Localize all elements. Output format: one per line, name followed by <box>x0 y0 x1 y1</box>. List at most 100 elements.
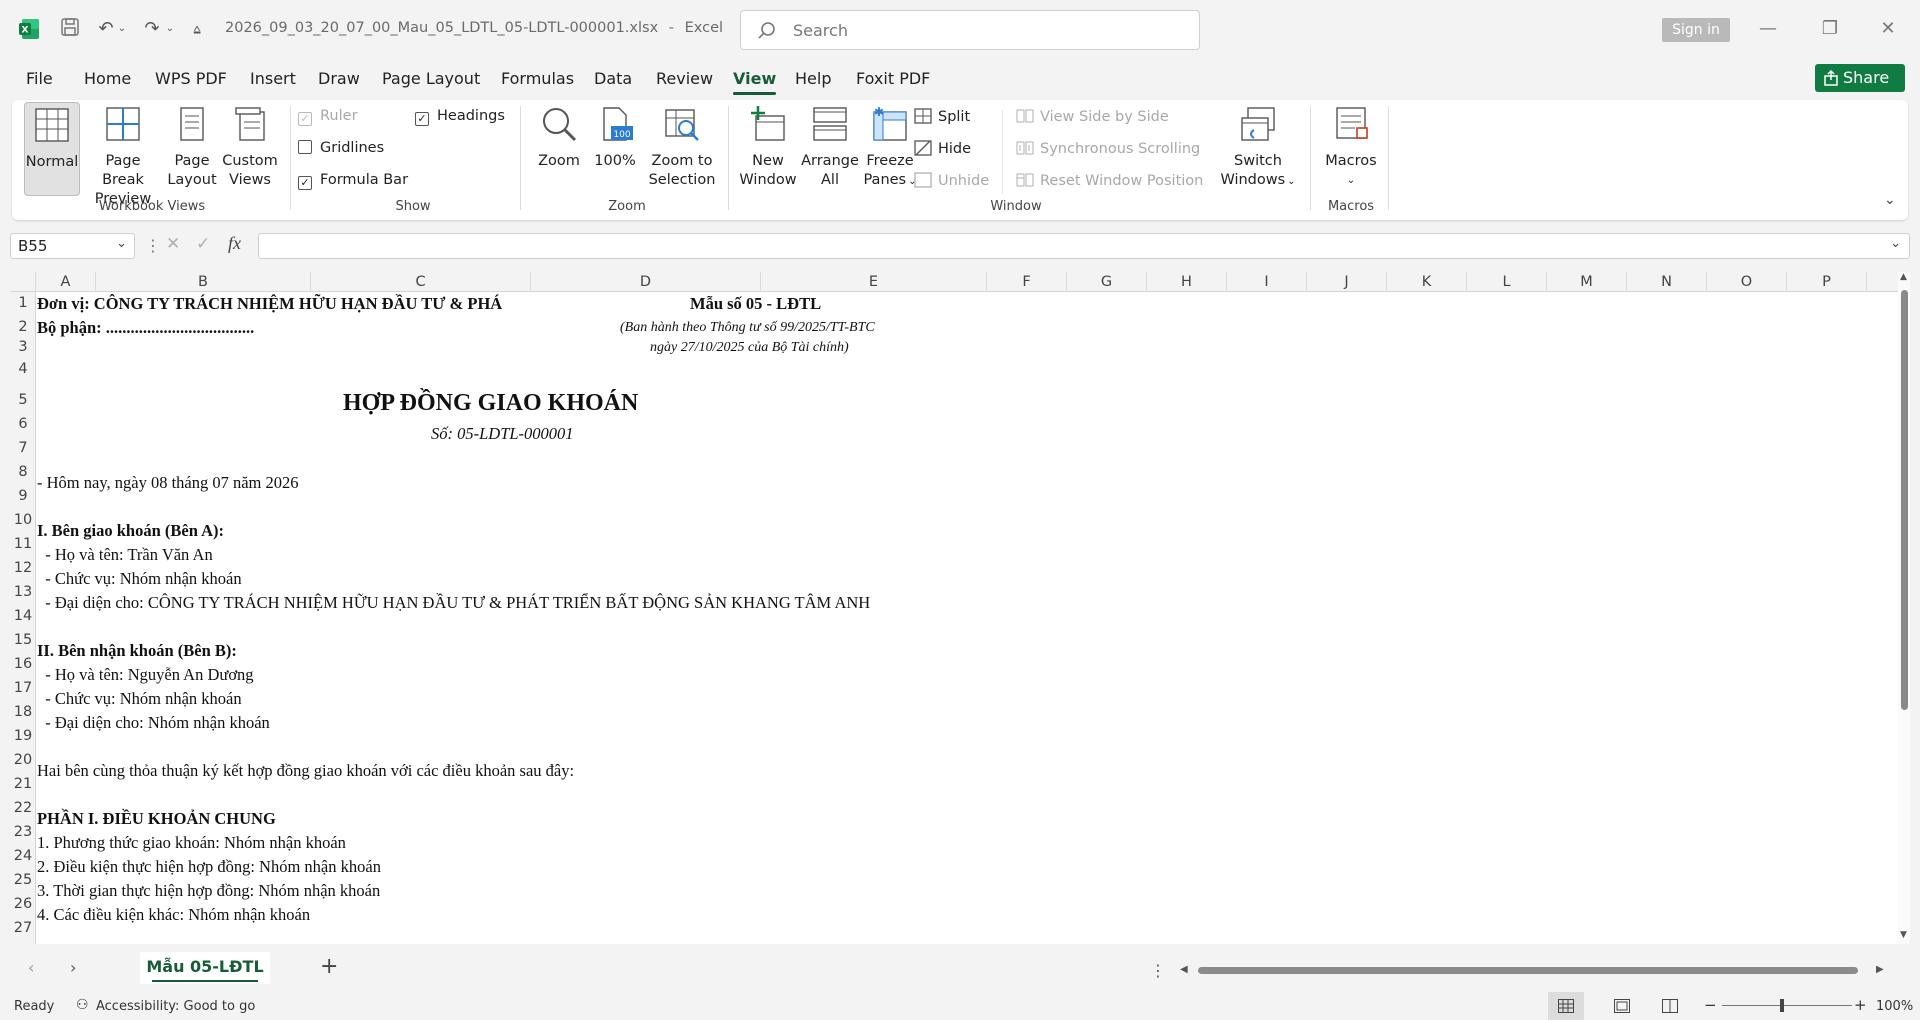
tab-help[interactable]: Help <box>795 69 831 88</box>
zoom-button[interactable]: Zoom <box>532 106 586 171</box>
next-sheet-icon[interactable]: › <box>70 958 76 977</box>
zoom-slider-thumb[interactable] <box>1780 999 1784 1012</box>
row-header[interactable]: 22 <box>10 800 36 816</box>
row-header[interactable]: 13 <box>10 584 36 600</box>
scroll-up-icon[interactable]: ▲ <box>1900 272 1907 282</box>
cell-term-1[interactable]: 1. Phương thức giao khoán: Nhóm nhận kho… <box>37 833 346 853</box>
column-header[interactable]: K <box>1387 272 1467 292</box>
row-header[interactable]: 15 <box>10 632 36 648</box>
cell-term-4[interactable]: 4. Các điều kiện khác: Nhóm nhận khoán <box>37 905 310 925</box>
normal-view-status-icon[interactable] <box>1548 992 1584 1020</box>
cell-general-terms-heading[interactable]: PHẦN I. ĐIỀU KHOẢN CHUNG <box>37 809 276 829</box>
row-header[interactable]: 21 <box>10 776 36 792</box>
page-layout-status-icon[interactable] <box>1614 999 1630 1013</box>
column-header[interactable]: J <box>1307 272 1387 292</box>
zoom-slider[interactable] <box>1722 1005 1852 1006</box>
horizontal-scrollbar[interactable]: ◀ ▶ <box>1180 964 1890 976</box>
scroll-left-icon[interactable]: ◀ <box>1180 964 1188 975</box>
row-header[interactable]: 2 <box>10 319 36 335</box>
cell-term-2[interactable]: 2. Điều kiện thực hiện hợp đồng: Nhóm nh… <box>37 857 381 877</box>
column-header[interactable]: D <box>531 272 761 292</box>
gridlines-checkbox[interactable]: Gridlines <box>298 140 384 156</box>
expand-formula-icon[interactable]: ⌄ <box>1890 236 1901 251</box>
undo-dropdown-icon[interactable]: ⌄ <box>116 17 128 41</box>
cell-party-a-represent[interactable]: - Đại diện cho: CÔNG TY TRÁCH NHIỆM HỮU … <box>37 593 870 613</box>
tab-foxit-pdf[interactable]: Foxit PDF <box>856 69 930 88</box>
column-header[interactable]: G <box>1067 272 1147 292</box>
arrange-all-button[interactable]: Arrange All <box>800 106 860 190</box>
split-button[interactable]: Split <box>914 108 970 125</box>
row-header[interactable]: 25 <box>10 872 36 888</box>
normal-view-button[interactable]: Normal <box>24 102 80 196</box>
macros-button[interactable]: Macros ⌄ <box>1318 106 1384 190</box>
cell-issued-date[interactable]: ngày 27/10/2025 của Bộ Tài chính) <box>650 340 849 356</box>
row-header[interactable]: 27 <box>10 920 36 936</box>
column-header[interactable]: I <box>1227 272 1307 292</box>
hide-button[interactable]: Hide <box>914 140 971 157</box>
cell-issued-by[interactable]: (Ban hành theo Thông tư số 99/2025/TT-BT… <box>620 320 875 336</box>
row-header[interactable]: 4 <box>10 361 36 377</box>
more-options-icon[interactable]: ⋮ <box>145 236 161 255</box>
formula-bar-checkbox[interactable]: ✓ Formula Bar <box>298 172 408 190</box>
cell-term-3[interactable]: 3. Thời gian thực hiện hợp đồng: Nhóm nh… <box>37 881 380 901</box>
cell-party-a-position[interactable]: - Chức vụ: Nhóm nhận khoán <box>37 569 241 589</box>
row-header[interactable]: 9 <box>10 488 36 504</box>
cell-today[interactable]: - Hôm nay, ngày 08 tháng 07 năm 2026 <box>37 473 299 493</box>
row-header[interactable]: 7 <box>10 440 36 456</box>
name-box[interactable]: B55 ⌄ <box>10 233 135 259</box>
collapse-ribbon-icon[interactable]: ⌄ <box>1884 192 1896 208</box>
cell-form-number[interactable]: Mẫu số 05 - LĐTL <box>690 294 821 314</box>
cell-party-b-heading[interactable]: II. Bên nhận khoán (Bên B): <box>37 641 237 661</box>
page-break-preview-button[interactable]: Page Break Preview <box>84 106 162 209</box>
row-header[interactable]: 24 <box>10 848 36 864</box>
column-header[interactable]: E <box>761 272 987 292</box>
cell-party-a-name[interactable]: - Họ và tên: Trần Văn An <box>37 545 212 565</box>
row-header[interactable]: 26 <box>10 896 36 912</box>
zoom-out-icon[interactable]: − <box>1704 996 1717 1014</box>
cell-party-a-heading[interactable]: I. Bên giao khoán (Bên A): <box>37 521 224 541</box>
insert-function-icon[interactable]: fx <box>228 233 241 254</box>
column-header[interactable]: P <box>1787 272 1867 292</box>
reset-window-position-button[interactable]: Reset Window Position <box>1016 172 1203 189</box>
ruler-checkbox[interactable]: ✓ Ruler <box>298 108 358 126</box>
redo-dropdown-icon[interactable]: ⌄ <box>164 17 176 41</box>
zoom-to-selection-button[interactable]: Zoom to Selection <box>644 106 720 190</box>
tab-view[interactable]: View <box>733 69 777 95</box>
cell-party-b-position[interactable]: - Chức vụ: Nhóm nhận khoán <box>37 689 241 709</box>
cell-contract-number[interactable]: Số: 05-LDTL-000001 <box>431 424 574 444</box>
sign-in-button[interactable]: Sign in <box>1662 18 1730 42</box>
tab-review[interactable]: Review <box>656 69 713 88</box>
search-box[interactable]: Search <box>740 10 1200 50</box>
row-header[interactable]: 14 <box>10 608 36 624</box>
row-header[interactable]: 12 <box>10 560 36 576</box>
save-icon[interactable] <box>58 17 82 41</box>
customize-toolbar-icon[interactable]: ⩠ <box>190 17 204 41</box>
cell-party-b-name[interactable]: - Họ và tên: Nguyễn An Dương <box>37 665 253 685</box>
tab-data[interactable]: Data <box>594 69 632 88</box>
horizontal-scroll-thumb[interactable] <box>1198 967 1858 974</box>
redo-icon[interactable]: ↷ <box>140 17 164 41</box>
column-header[interactable]: B <box>96 272 311 292</box>
column-header[interactable]: M <box>1547 272 1627 292</box>
cell-party-b-represent[interactable]: - Đại diện cho: Nhóm nhận khoán <box>37 713 270 733</box>
scroll-right-icon[interactable]: ▶ <box>1876 964 1884 975</box>
column-header[interactable]: H <box>1147 272 1227 292</box>
column-header[interactable]: C <box>311 272 531 292</box>
tab-formulas[interactable]: Formulas <box>501 69 574 88</box>
close-icon[interactable]: ✕ <box>1868 14 1908 44</box>
row-header[interactable]: 11 <box>10 536 36 552</box>
switch-windows-button[interactable]: Switch Windows ⌄ <box>1220 106 1296 191</box>
custom-views-button[interactable]: Custom Views <box>220 106 280 190</box>
vertical-scroll-thumb[interactable] <box>1901 290 1908 710</box>
undo-icon[interactable]: ↶ <box>94 17 118 41</box>
row-header[interactable]: 8 <box>10 464 36 480</box>
row-header[interactable]: 3 <box>10 339 36 355</box>
row-header[interactable]: 19 <box>10 728 36 744</box>
new-window-button[interactable]: New Window <box>736 106 800 190</box>
freeze-panes-button[interactable]: ✱ Freeze Panes ⌄ <box>860 105 920 191</box>
tab-insert[interactable]: Insert <box>250 69 296 88</box>
accessibility-status[interactable]: Accessibility: Good to go <box>96 999 255 1014</box>
cell-department[interactable]: Bộ phận: ...............................… <box>37 318 254 338</box>
worksheet-grid[interactable]: A B C D E F G H I J K L M N O P 1 2 3 4 … <box>10 272 1898 944</box>
row-header[interactable]: 16 <box>10 656 36 672</box>
